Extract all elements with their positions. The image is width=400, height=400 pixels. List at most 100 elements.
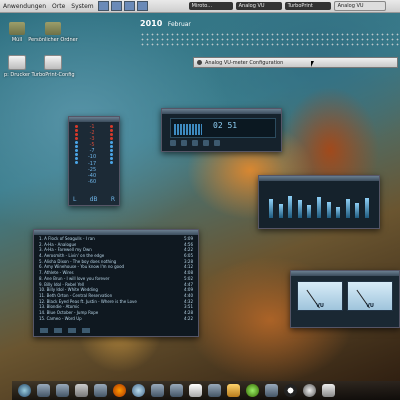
vu-right-channel	[110, 125, 113, 164]
pause-button[interactable]	[192, 140, 198, 146]
led	[110, 157, 113, 160]
window-titlebar[interactable]	[162, 109, 281, 114]
led	[110, 125, 113, 128]
window-menu-icon[interactable]	[197, 60, 202, 65]
dock-launcher-icon[interactable]	[56, 384, 69, 397]
led	[75, 161, 78, 164]
dock-launcher-icon[interactable]	[18, 384, 31, 397]
dock-launcher-icon[interactable]	[265, 384, 278, 397]
taskbar-item[interactable]: TurboPrint	[284, 2, 331, 10]
led	[110, 153, 113, 156]
eq-slider[interactable]	[355, 202, 360, 218]
led	[75, 125, 78, 128]
vu-left-label: L	[73, 196, 77, 203]
media-player-window[interactable]: 02 51	[161, 108, 282, 152]
equalizer-sliders[interactable]	[269, 186, 369, 218]
printer-icon	[8, 55, 26, 70]
desktop-icon-turboprint[interactable]: TurboPrint-Config	[28, 55, 78, 78]
led	[75, 157, 78, 160]
window-titlebar[interactable]	[291, 271, 399, 276]
launcher-icon[interactable]	[136, 1, 148, 11]
dock-launcher-icon[interactable]	[151, 384, 164, 397]
dock	[12, 381, 400, 400]
folder-icon	[45, 22, 61, 35]
dock-launcher-icon[interactable]	[322, 384, 335, 397]
eq-slider[interactable]	[316, 197, 321, 218]
taskbar-item[interactable]: Analog VU	[235, 2, 282, 10]
vu-left-channel	[75, 125, 78, 164]
eq-slider[interactable]	[345, 199, 350, 218]
led	[75, 153, 78, 156]
desktop-icon-label: Persönlicher Ordner	[28, 37, 78, 43]
config-window-titlebar[interactable]: Analog VU-meter Configuration	[193, 57, 398, 68]
misc-button[interactable]	[82, 328, 90, 333]
led	[75, 149, 78, 152]
menu-system[interactable]: System	[68, 3, 96, 10]
calendar-widget: 2010 Februar	[140, 19, 191, 28]
playlist-rows: 1. A Flock of Seagulls - I ran 5:09 2. A-…	[39, 236, 193, 321]
analog-meter-left: VU	[297, 281, 343, 311]
menu-places[interactable]: Orte	[49, 3, 68, 10]
taskbar-item-active[interactable]: Analog VU	[333, 1, 386, 11]
eq-slider[interactable]	[278, 203, 283, 218]
desktop-icon-label: p: Drucker	[3, 72, 31, 78]
dock-launcher-icon[interactable]	[227, 384, 240, 397]
eq-slider[interactable]	[288, 195, 293, 218]
led	[110, 145, 113, 148]
playlist-window[interactable]: 1. A Flock of Seagulls - I ran 5:09 2. A-…	[33, 229, 199, 337]
eq-slider[interactable]	[269, 198, 273, 218]
calendar-day-grid[interactable]	[140, 32, 400, 46]
window-titlebar[interactable]	[259, 176, 379, 181]
led	[110, 129, 113, 132]
vu-scale-label: -17	[88, 160, 97, 167]
dock-launcher-icon[interactable]	[75, 384, 88, 397]
eq-slider[interactable]	[326, 202, 331, 218]
dock-launcher-icon[interactable]	[303, 384, 316, 397]
play-button[interactable]	[181, 140, 187, 146]
vu-db-label: dB	[89, 196, 98, 203]
eq-slider[interactable]	[307, 205, 312, 218]
eq-slider[interactable]	[297, 200, 302, 218]
dock-launcher-icon[interactable]	[94, 384, 107, 397]
equalizer-window[interactable]	[258, 175, 380, 229]
led-vu-meter-window[interactable]: -1 -2 -3 -5 -7 -10 -17 -25 -40 -60 L dB …	[68, 116, 120, 206]
calendar-month: Februar	[167, 21, 191, 28]
spectrum-analyzer	[174, 124, 202, 135]
playback-time: 02 51	[213, 121, 238, 130]
stop-button[interactable]	[203, 140, 209, 146]
analog-vu-window[interactable]: VU VU	[290, 270, 400, 328]
dock-launcher-icon[interactable]	[246, 384, 259, 397]
select-button[interactable]	[68, 328, 76, 333]
dock-launcher-icon[interactable]	[113, 384, 126, 397]
next-button[interactable]	[214, 140, 220, 146]
dock-launcher-icon[interactable]	[284, 384, 297, 397]
eq-slider[interactable]	[336, 206, 341, 218]
taskbar-item[interactable]: Miroto...	[188, 2, 233, 10]
eq-slider[interactable]	[364, 198, 369, 218]
dock-launcher-icon[interactable]	[37, 384, 50, 397]
vu-scale-label: -25	[88, 166, 97, 173]
led	[75, 133, 78, 136]
mouse-cursor-icon	[311, 61, 314, 67]
desktop-icon-label: Müll	[11, 37, 23, 43]
dock-launcher-icon[interactable]	[208, 384, 221, 397]
led	[110, 161, 113, 164]
playlist-row[interactable]: 15. Cameo - Word Up 4:22	[39, 316, 193, 322]
led	[75, 145, 78, 148]
previous-button[interactable]	[170, 140, 176, 146]
window-titlebar[interactable]	[34, 230, 198, 235]
launcher-icon[interactable]	[97, 1, 109, 11]
menu-applications[interactable]: Anwendungen	[0, 3, 49, 10]
launcher-icon[interactable]	[110, 1, 122, 11]
add-button[interactable]	[40, 328, 48, 333]
trash-icon	[9, 22, 25, 35]
desktop-icon-home[interactable]: Persönlicher Ordner	[28, 22, 78, 43]
launcher-icon[interactable]	[123, 1, 135, 11]
vu-scale-label: -60	[88, 178, 97, 185]
dock-launcher-icon[interactable]	[132, 384, 145, 397]
config-window-title: Analog VU-meter Configuration	[205, 59, 284, 66]
player-display: 02 51	[170, 118, 276, 138]
dock-launcher-icon[interactable]	[189, 384, 202, 397]
dock-launcher-icon[interactable]	[170, 384, 183, 397]
remove-button[interactable]	[54, 328, 62, 333]
